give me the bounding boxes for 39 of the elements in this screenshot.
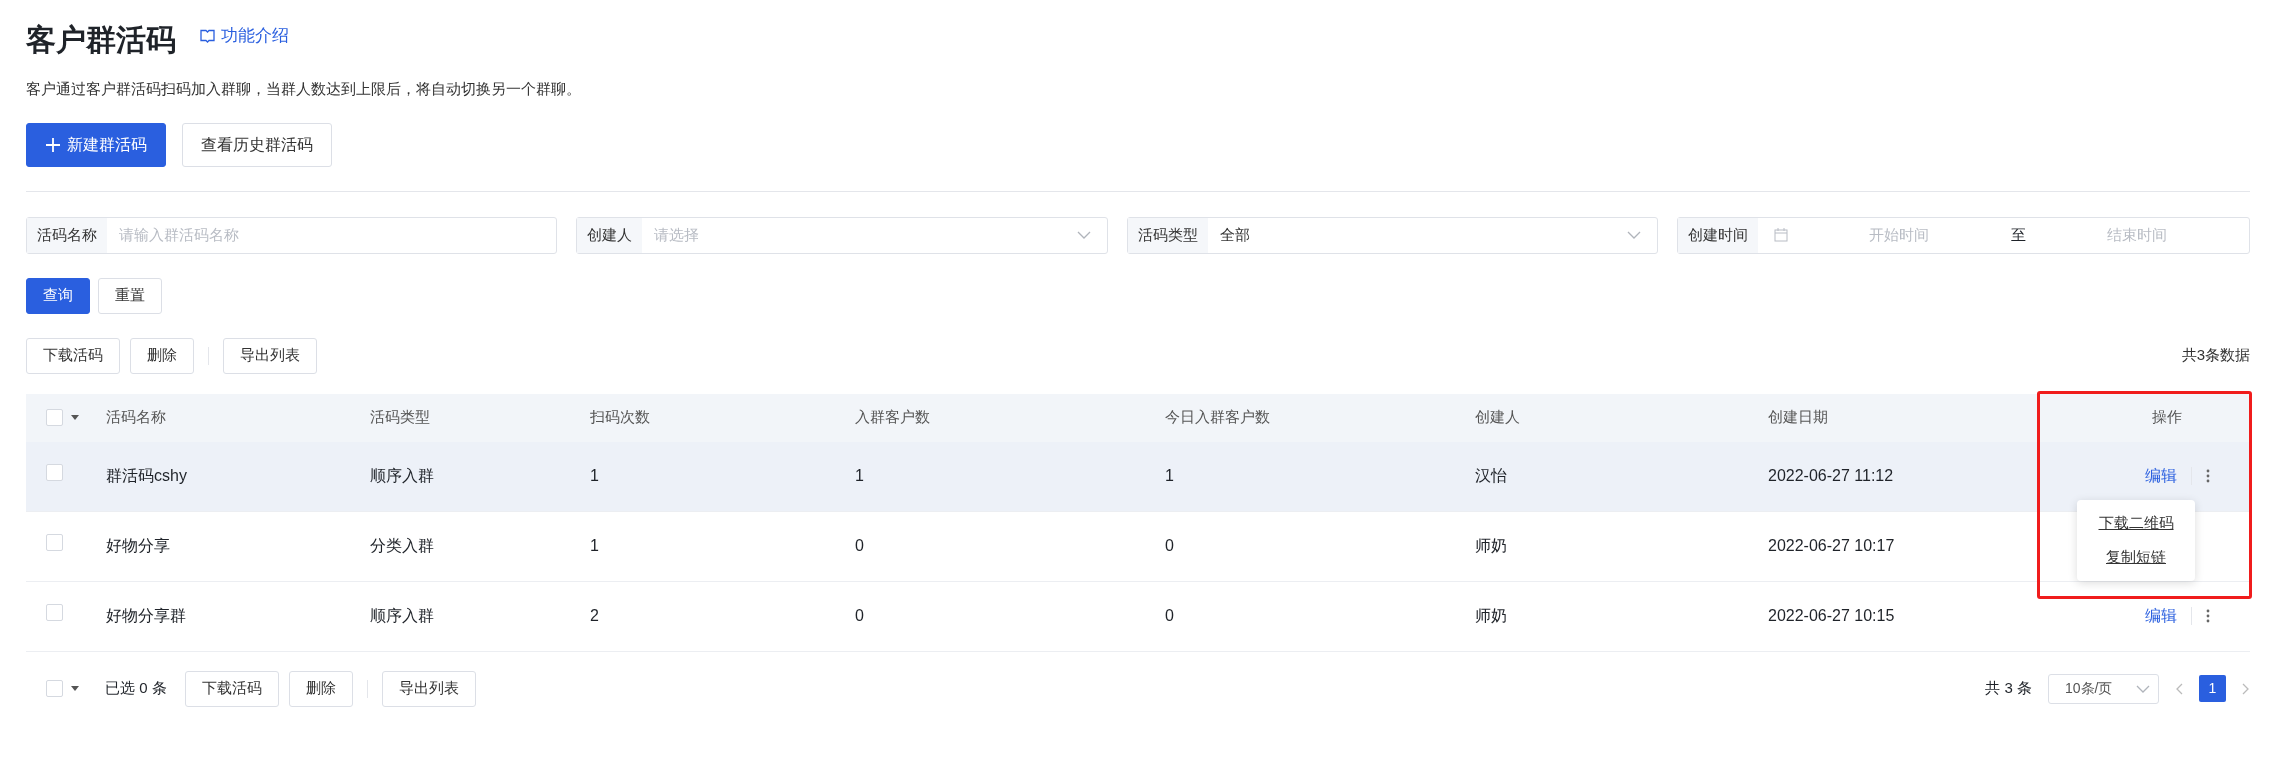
table-cell: 0	[1165, 607, 1174, 624]
range-separator: 至	[2011, 224, 2026, 245]
table-cell: 2022-06-27 10:17	[1768, 537, 1895, 554]
table-cell: 顺序入群	[370, 607, 434, 624]
table-cell: 1	[590, 467, 599, 484]
page-title: 客户群活码	[26, 22, 176, 58]
filter-label: 创建人	[577, 217, 643, 253]
table-cell: 2022-06-27 11:12	[1768, 467, 1894, 484]
table-cell: 2022-06-27 10:15	[1768, 607, 1895, 624]
total-count: 共 3 条	[1985, 678, 2032, 699]
filter-label: 活码类型	[1127, 217, 1208, 253]
table-cell: 好物分享群	[106, 607, 186, 624]
page-description: 客户通过客户群活码扫码加入群聊，当群人数达到上限后，将自动切换另一个群聊。	[26, 79, 582, 99]
table-cell: 0	[1165, 537, 1174, 554]
table-cell: 2	[590, 607, 599, 624]
filter-label: 活码名称	[27, 217, 107, 253]
table-cell: 群活码cshy	[106, 467, 187, 484]
column-header: 今日入群客户数	[1165, 407, 1271, 428]
column-header: 扫码次数	[590, 407, 651, 428]
table-cell: 好物分享	[106, 537, 170, 554]
column-header: 入群客户数	[855, 407, 931, 428]
table-cell: 顺序入群	[370, 467, 434, 484]
column-header: 活码类型	[370, 407, 431, 428]
total-count: 共3条数据	[2181, 345, 2250, 366]
column-header: 活码名称	[106, 407, 167, 428]
table-cell: 师奶	[1475, 607, 1507, 624]
table-cell: 汉怡	[1475, 467, 1507, 484]
table-cell: 0	[855, 537, 864, 554]
table-cell: 1	[590, 537, 599, 554]
column-header: 创建日期	[1768, 407, 1829, 428]
table-cell: 师奶	[1475, 537, 1507, 554]
selected-count: 已选 0 条	[105, 678, 167, 699]
column-header: 创建人	[1475, 407, 1521, 428]
filter-label: 创建时间	[1678, 217, 1758, 253]
table-cell: 1	[1165, 467, 1174, 484]
column-header: 操作	[2151, 407, 2183, 428]
table-cell: 分类入群	[370, 537, 434, 554]
table-cell: 0	[855, 607, 864, 624]
table-cell: 1	[855, 467, 864, 484]
